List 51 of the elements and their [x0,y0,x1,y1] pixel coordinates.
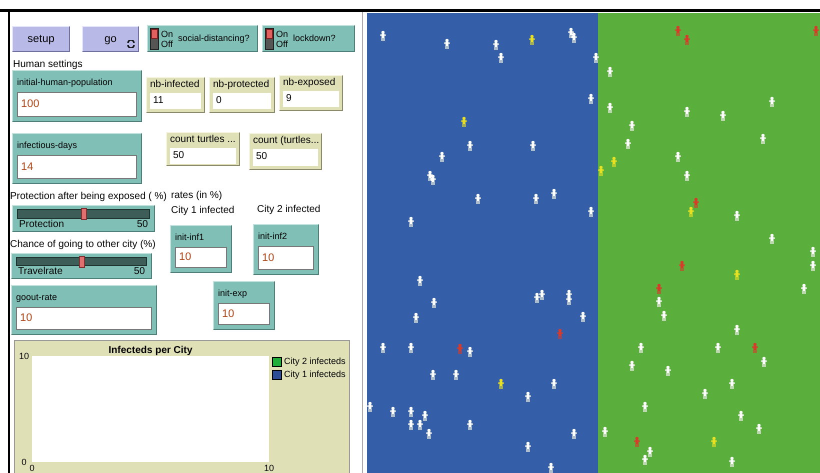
command-button[interactable]: setup [12,26,70,52]
note-text: City 2 infected [257,203,320,217]
slider-label: Protection [19,219,64,231]
input-field[interactable]: 10 [218,303,270,325]
input-label: init-exp [218,288,248,299]
slider-thumb[interactable] [78,256,84,268]
command-button[interactable]: go [82,26,139,52]
plot-title: Infecteds per City [108,344,194,358]
input-field[interactable]: 100 [17,92,137,117]
input-field[interactable]: 10 [258,246,314,270]
x-axis-label: 10 [262,463,275,473]
x-axis-label: 0 [28,463,36,473]
on-label: On [276,28,288,38]
monitor-value: 50 [253,149,318,166]
legend-label: City 2 infecteds [284,356,346,367]
y-axis-label: 0 [20,457,28,467]
y-axis-label: 10 [18,351,30,361]
monitor-label: count (turtles... [253,135,318,147]
input-field[interactable]: 10 [175,247,227,268]
note-text: Human settings [13,58,82,72]
monitor-value: 50 [170,148,236,164]
slider-widget[interactable]: Protection 50 [12,205,155,232]
monitor-label: nb-exposed [283,77,336,89]
slider-thumb[interactable] [80,208,86,220]
legend-label: City 1 infecteds [284,369,346,380]
switch-label: social-distancing? [178,32,250,45]
slider-label: Travelrate [18,266,63,278]
input-field[interactable]: 10 [16,307,152,330]
switch-label: lockdown? [293,32,336,45]
input-field[interactable]: 14 [17,155,137,179]
note-text: City 1 infected [171,204,234,218]
slider-value: 50 [136,219,148,231]
input-label: infectious-days [17,140,78,151]
input-label: init-inf1 [175,232,206,243]
on-label: On [161,28,174,38]
note-text: Chance of going to other city (%) [10,238,156,252]
monitor-label: count turtles ... [170,134,236,146]
input-label: goout-rate [16,292,58,303]
note-text: rates (in %) [171,189,222,203]
off-label: Off [276,38,288,48]
monitor-value: 9 [283,91,339,107]
slider-widget[interactable]: Travelrate 50 [11,253,152,279]
monitor-label: nb-protected [213,79,270,91]
note-text: Protection after being exposed ( %) [10,190,167,204]
monitor-label: nb-infected [150,79,200,91]
monitor-value: 11 [150,93,201,109]
input-label: init-inf2 [258,231,288,242]
input-label: initial-human-population [17,77,114,88]
monitor-value: 0 [213,93,271,109]
slider-value: 50 [134,266,145,278]
off-label: Off [161,38,174,48]
